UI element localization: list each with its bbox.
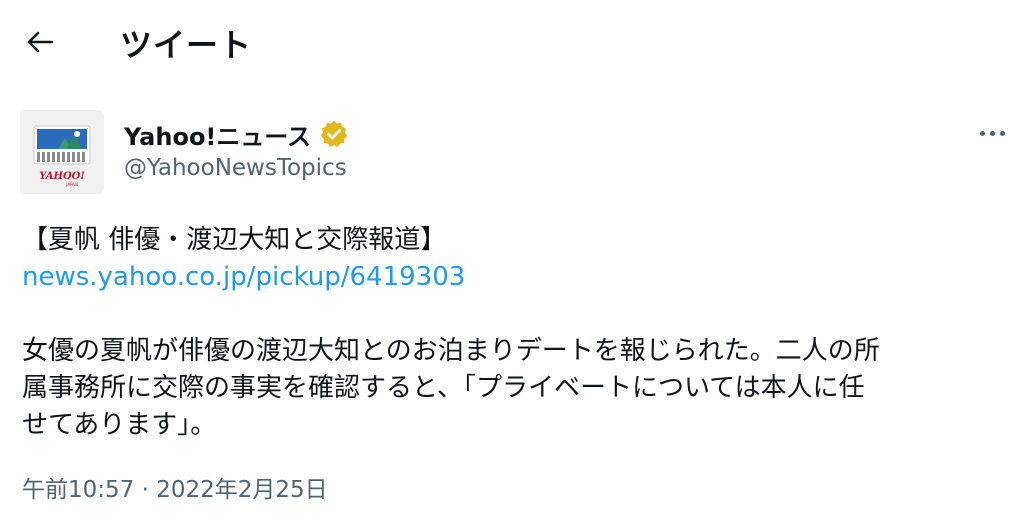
verified-badge-icon (321, 120, 348, 147)
author-name-row[interactable]: Yahoo!ニュース (124, 116, 349, 152)
author-handle[interactable]: @YahooNewsTopics (124, 155, 347, 181)
avatar[interactable]: YAHOO! JAPAN (20, 110, 104, 194)
tweet-timestamp[interactable]: 午前10:57 · 2022年2月25日 (22, 470, 328, 504)
tweet-headline: 【夏帆 俳優・渡辺大知と交際報道】 (22, 225, 447, 255)
more-horizontal-icon (979, 130, 985, 136)
page-title: ツイート (120, 26, 253, 64)
back-button[interactable] (20, 22, 60, 62)
svg-text:YAHOO!: YAHOO! (39, 171, 85, 182)
tweet-text: 【夏帆 俳優・渡辺大知と交際報道】 news.yahoo.co.jp/picku… (22, 222, 1007, 444)
tweet-link[interactable]: news.yahoo.co.jp/pickup/6419303 (22, 259, 1007, 296)
yahoo-news-logo: YAHOO! JAPAN (20, 110, 104, 194)
svg-text:JAPAN: JAPAN (65, 182, 78, 187)
display-name[interactable]: Yahoo!ニュース (124, 117, 311, 152)
top-bar: ツイート (0, 0, 1024, 88)
tweet-body-line: 女優の夏帆が俳優の渡辺大知とのお泊まりデートを報じられた。二人の所 (22, 336, 880, 366)
tweet-body-line: せてあります」。 (22, 410, 217, 440)
more-button[interactable] (970, 118, 1014, 148)
arrow-left-icon (27, 31, 54, 53)
tweet-body-line: 属事務所に交際の事実を確認すると、「プライベートについては本人に任 (22, 373, 865, 403)
